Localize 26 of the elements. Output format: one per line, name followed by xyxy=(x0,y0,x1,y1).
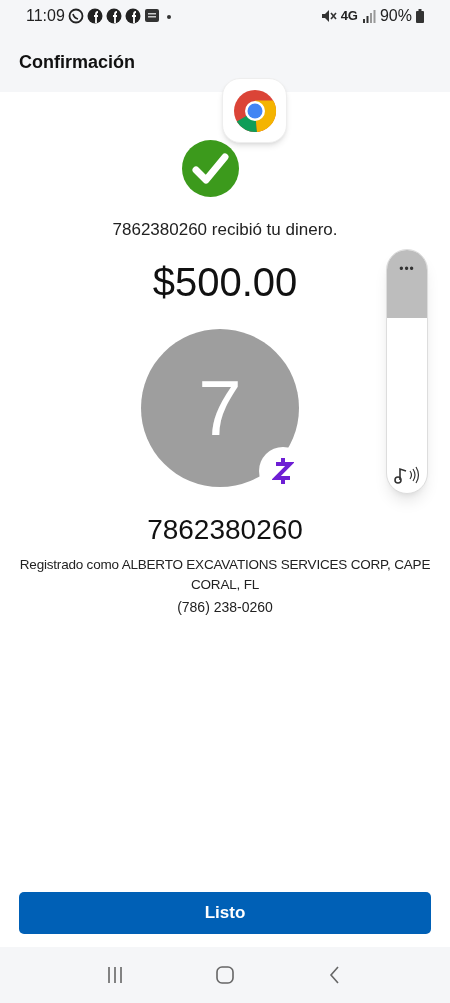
done-button[interactable]: Listo xyxy=(19,892,431,934)
f-circle-icon xyxy=(105,8,122,24)
app-icon xyxy=(143,8,160,24)
dot-icon xyxy=(166,15,171,19)
status-time: 11:09 xyxy=(26,6,65,26)
recipient-phone: (786) 238-0260 xyxy=(177,597,273,617)
f-circle-icon xyxy=(124,8,141,24)
avatar-initial: 7 xyxy=(198,368,242,447)
battery-icon xyxy=(416,9,424,23)
network-type: 4G xyxy=(340,7,358,26)
success-check-icon xyxy=(181,140,239,197)
confirmation-message: 7862380260 recibió tu dinero. xyxy=(112,219,338,241)
battery-percent: 90% xyxy=(379,6,412,26)
page-title: Confirmación xyxy=(19,50,135,74)
chat-icon xyxy=(67,8,84,24)
registration-text: Registrado como ALBERTO EXCAVATIONS SERVICES CORP, CAPE CORAL, FL xyxy=(18,555,432,594)
f-circle-icon xyxy=(86,8,103,24)
more-button[interactable]: ••• xyxy=(387,260,427,278)
recipient-number: 7862380260 xyxy=(147,512,303,547)
sound-icon xyxy=(394,465,420,485)
amount: $500.00 xyxy=(152,258,298,306)
browser-logo-icon xyxy=(232,88,277,133)
signal-icon xyxy=(361,9,376,23)
recent-apps-icon[interactable] xyxy=(105,965,125,985)
home-icon[interactable] xyxy=(215,965,235,985)
mute-icon xyxy=(320,9,337,23)
